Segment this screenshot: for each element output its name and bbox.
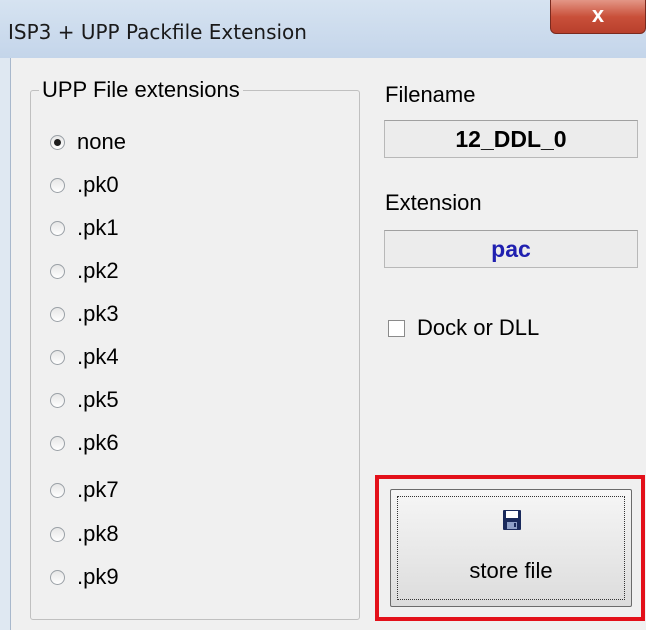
radio-button[interactable] (50, 392, 65, 408)
dock-or-dll-option[interactable]: Dock or DLL (388, 315, 539, 341)
radio-label: .pk0 (77, 172, 119, 197)
radio-label: .pk3 (77, 301, 119, 326)
extension-value: pac (491, 235, 531, 262)
radio-button[interactable] (50, 349, 65, 365)
radio-button[interactable] (50, 526, 65, 542)
radio-option-pk9[interactable]: .pk9 (50, 562, 119, 592)
radio-button[interactable] (50, 177, 65, 193)
radio-button[interactable] (50, 306, 65, 322)
radio-option-pk5[interactable]: .pk5 (50, 385, 119, 415)
radio-label: .pk9 (77, 564, 119, 589)
radio-button[interactable] (50, 134, 65, 150)
radio-button[interactable] (50, 220, 65, 236)
dock-or-dll-label: Dock or DLL (417, 315, 540, 340)
radio-option-pk4[interactable]: .pk4 (50, 342, 119, 372)
radio-label: .pk6 (77, 430, 119, 455)
dock-or-dll-checkbox[interactable] (388, 319, 405, 337)
radio-option-pk2[interactable]: .pk2 (50, 256, 119, 286)
extension-label: Extension (385, 190, 482, 215)
radio-label: none (77, 129, 126, 154)
radio-label: .pk2 (77, 258, 119, 283)
radio-button[interactable] (50, 482, 65, 498)
radio-option-pk8[interactable]: .pk8 (50, 519, 119, 549)
radio-label: .pk7 (77, 477, 119, 502)
radio-option-pk0[interactable]: .pk0 (50, 170, 119, 200)
radio-label: .pk8 (77, 521, 119, 546)
radio-option-pk7[interactable]: .pk7 (50, 475, 119, 505)
extension-field: pac (384, 230, 638, 268)
radio-option-pk3[interactable]: .pk3 (50, 299, 119, 329)
radio-button[interactable] (50, 263, 65, 279)
store-file-button[interactable]: store file (390, 489, 632, 607)
title-bar: ISP3 + UPP Packfile Extension x (0, 0, 646, 58)
filename-value: 12_DDL_0 (455, 125, 567, 152)
radio-option-pk6[interactable]: .pk6 (50, 428, 119, 458)
floppy-disk-icon (503, 510, 521, 530)
radio-button[interactable] (50, 435, 65, 451)
filename-field: 12_DDL_0 (384, 120, 638, 158)
filename-label: Filename (385, 82, 476, 107)
close-icon: x (591, 2, 605, 27)
radio-option-pk1[interactable]: .pk1 (50, 213, 119, 243)
radio-label: .pk4 (77, 344, 119, 369)
radio-label: .pk1 (77, 215, 119, 240)
window-title: ISP3 + UPP Packfile Extension (8, 20, 307, 44)
radio-option-none[interactable]: none (50, 127, 126, 157)
group-legend: UPP File extensions (39, 77, 243, 103)
store-file-label: store file (469, 558, 553, 583)
radio-label: .pk5 (77, 387, 119, 412)
radio-button[interactable] (50, 569, 65, 585)
close-button[interactable]: x (550, 0, 646, 34)
